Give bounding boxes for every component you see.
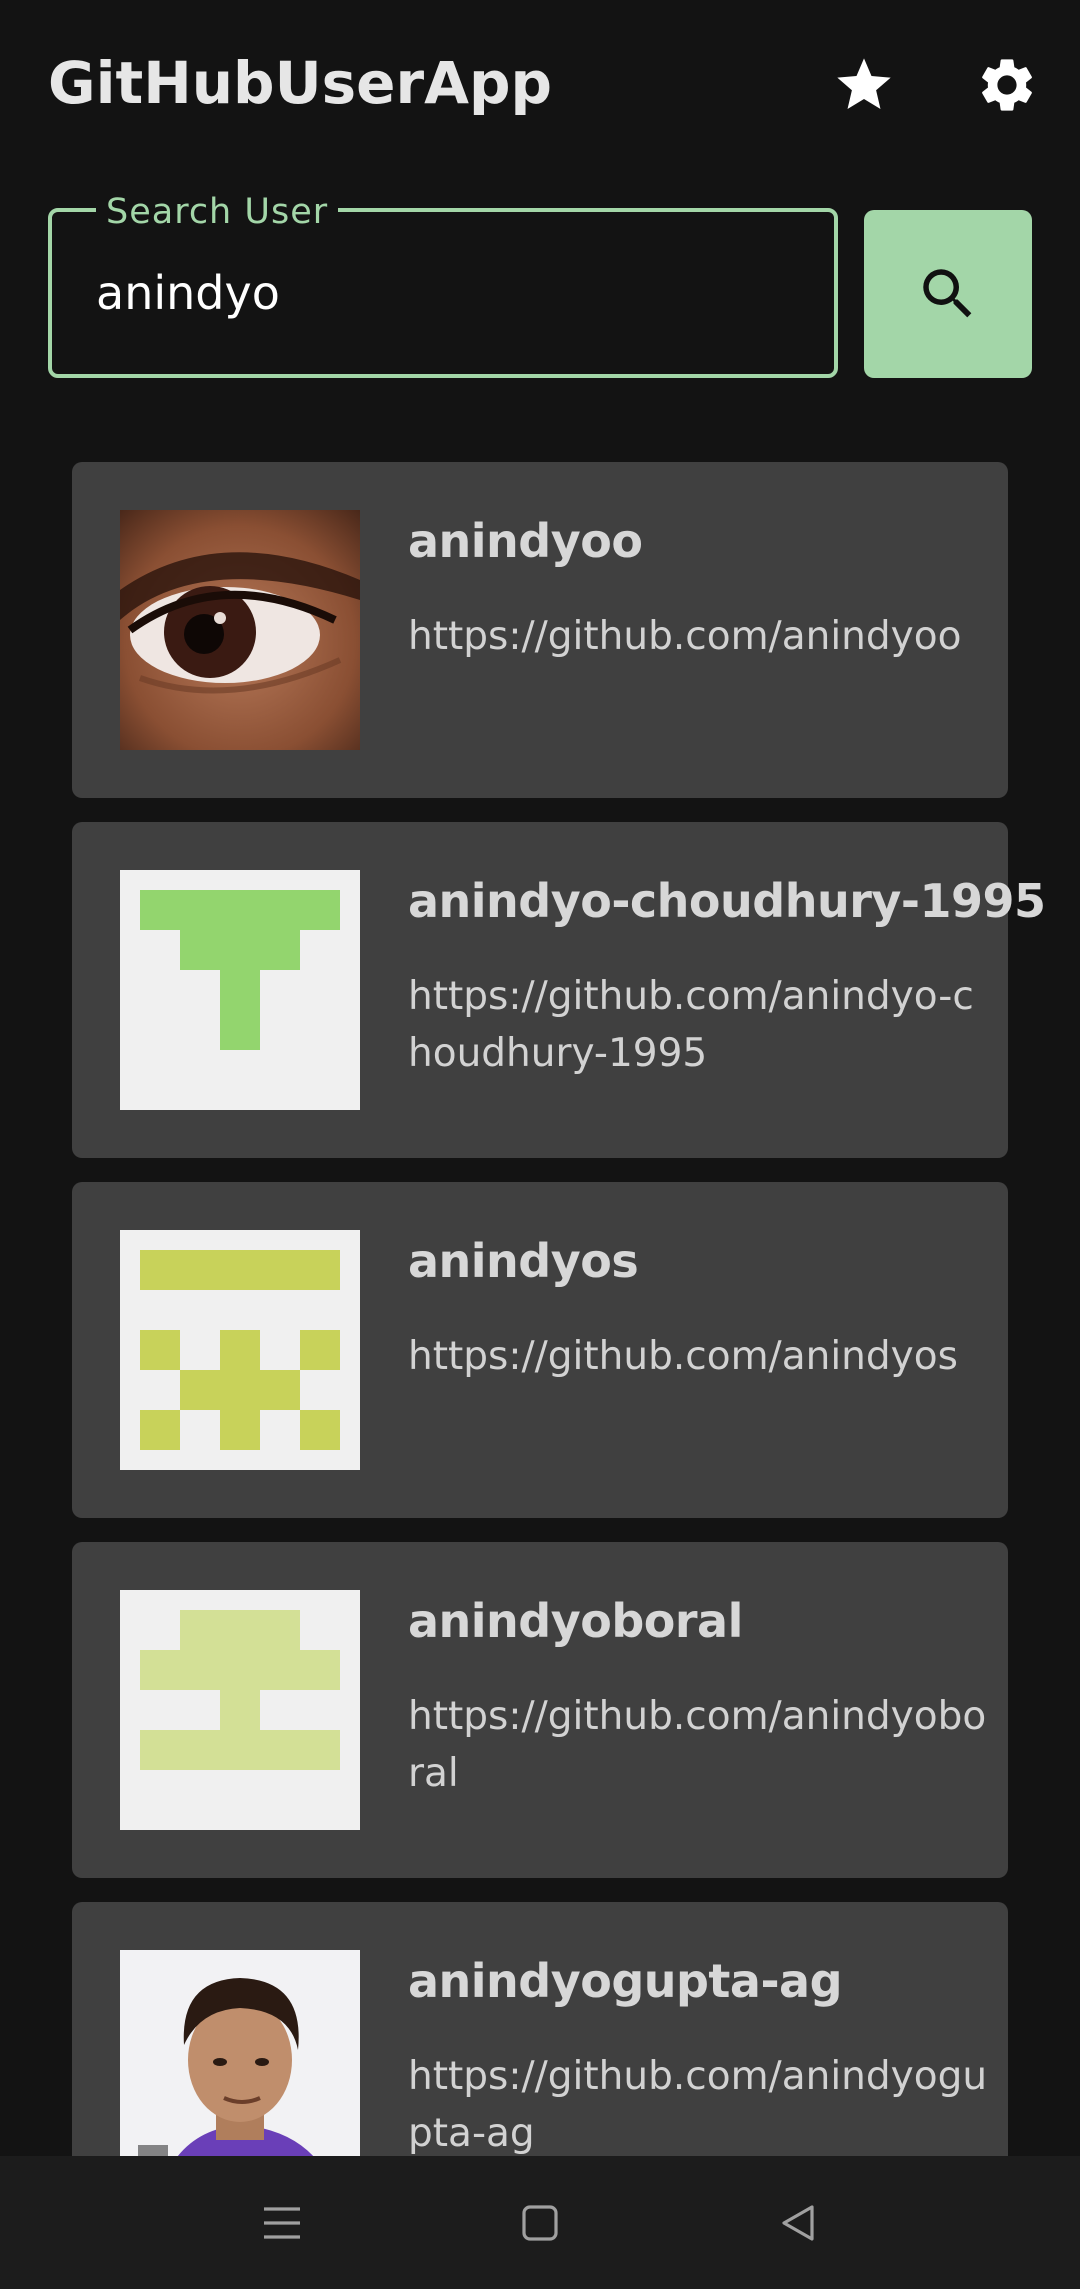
home-square-icon <box>522 2205 558 2241</box>
avatar <box>120 510 360 750</box>
system-nav-bar <box>0 2156 1080 2289</box>
avatar <box>120 870 360 1110</box>
avatar-identicon <box>120 870 360 1110</box>
star-icon <box>837 58 891 109</box>
user-card[interactable]: anindyogupta-ag https://github.com/anind… <box>72 1902 1008 2156</box>
gear-icon <box>982 59 1032 111</box>
app-title: GitHubUserApp <box>48 49 553 117</box>
user-card[interactable]: anindyoo https://github.com/anindyoo <box>72 462 1008 798</box>
user-url: https://github.com/anindyos <box>408 1334 958 1379</box>
user-card[interactable]: anindyoboral https://github.com/anindyob… <box>72 1542 1008 1878</box>
username: anindyo-choudhury-1995 <box>408 874 1046 928</box>
avatar <box>120 1230 360 1470</box>
results-list[interactable]: anindyoo https://github.com/anindyoo ani… <box>0 462 1080 2156</box>
username: anindyoboral <box>408 1594 743 1648</box>
search-button[interactable] <box>864 210 1032 378</box>
back-button[interactable] <box>763 2188 833 2258</box>
search-input[interactable] <box>52 212 834 374</box>
user-card[interactable]: anindyos https://github.com/anindyos <box>72 1182 1008 1518</box>
user-url: https://github.com/anindyogupta-ag <box>408 2054 988 2156</box>
username: anindyos <box>408 1234 639 1288</box>
avatar-identicon <box>120 1230 360 1470</box>
username: anindyoo <box>408 514 643 568</box>
menu-icon <box>264 2207 300 2239</box>
avatar <box>120 1590 360 1830</box>
user-url: https://github.com/anindyoboral <box>408 1694 987 1796</box>
favorites-button[interactable] <box>829 50 899 120</box>
username: anindyogupta-ag <box>408 1954 843 2008</box>
settings-button[interactable] <box>972 50 1042 120</box>
avatar-identicon <box>120 1590 360 1830</box>
user-card[interactable]: anindyo-choudhury-1995 https://github.co… <box>72 822 1046 1158</box>
avatar-person-photo <box>120 1950 360 2156</box>
avatar <box>120 1950 360 2156</box>
home-button[interactable] <box>505 2188 575 2258</box>
search-icon <box>923 269 972 318</box>
back-triangle-icon <box>782 2205 814 2241</box>
user-url: https://github.com/anindyo-choudhury-199… <box>408 974 974 1076</box>
recents-button[interactable] <box>247 2188 317 2258</box>
search-label: Search User <box>96 190 339 234</box>
user-url: https://github.com/anindyoo <box>408 614 962 659</box>
avatar-eye-photo <box>120 510 360 750</box>
app-bar: GitHubUserApp <box>0 0 1080 170</box>
